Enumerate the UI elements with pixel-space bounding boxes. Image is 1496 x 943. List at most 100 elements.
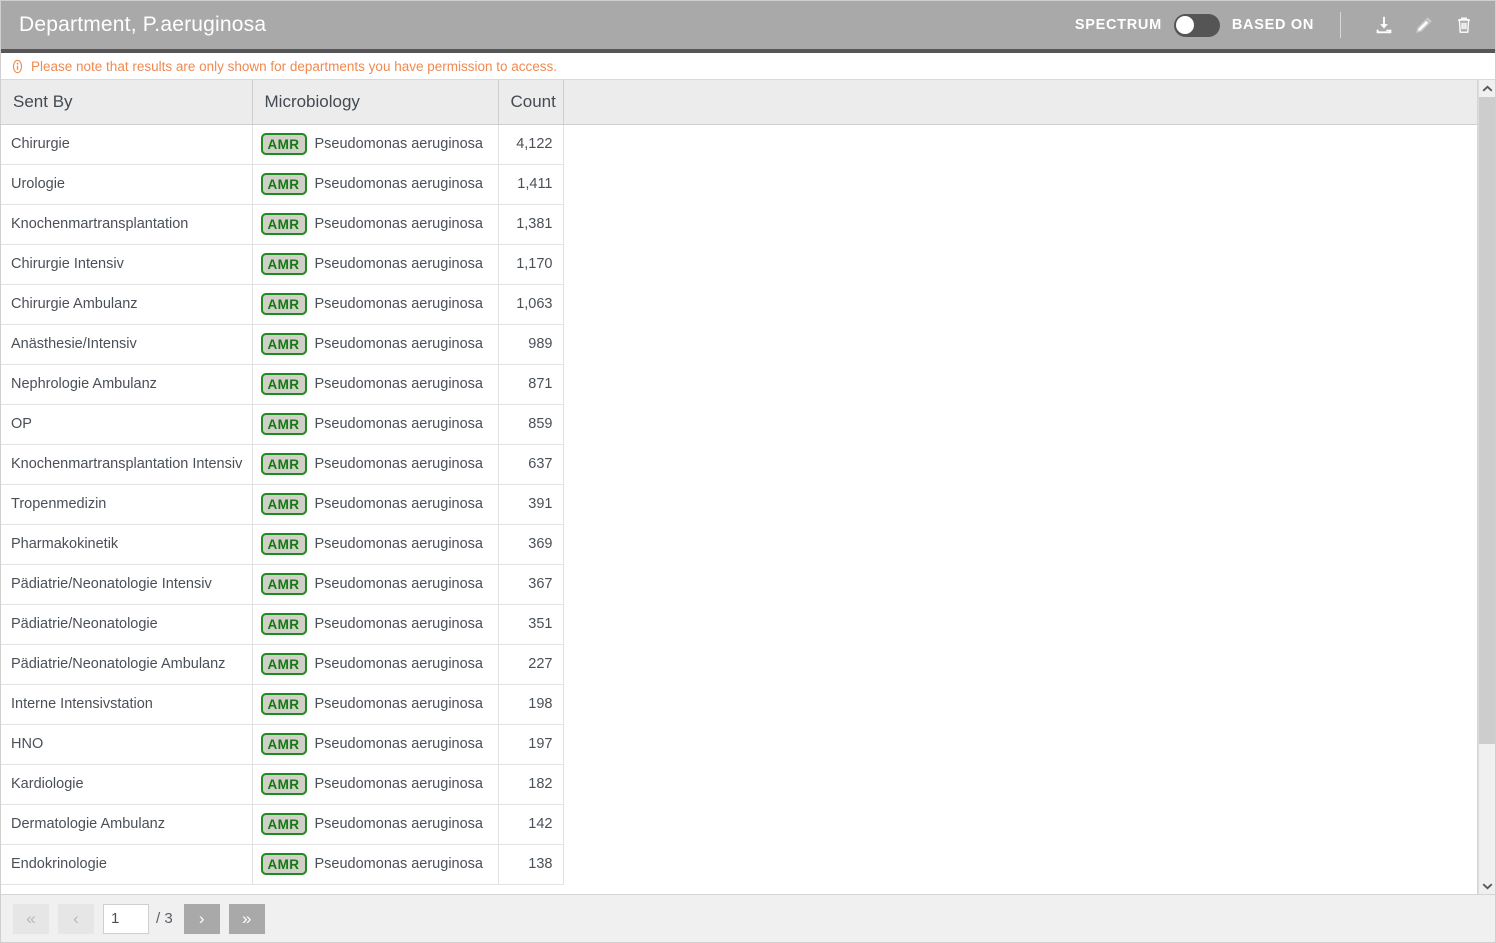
info-icon <box>10 59 25 74</box>
cell-sent-by: Urologie <box>1 164 253 205</box>
amr-badge: AMR <box>260 333 307 355</box>
table-row[interactable]: Dermatologie Ambulanz AMR Pseudomonas aeru… <box>1 804 1477 845</box>
cell-count: 367 <box>498 564 564 605</box>
table-header: Sent By Microbiology Count <box>1 80 1477 125</box>
page-number-input[interactable] <box>103 903 149 934</box>
cell-microbiology: AMR Pseudomonas aeruginosa <box>252 164 499 205</box>
table-row[interactable]: Urologie AMR Pseudomonas aeruginosa 1,411 <box>1 164 1477 205</box>
amr-badge: AMR <box>260 693 307 715</box>
chevron-up-icon <box>1482 85 1492 91</box>
cell-count: 637 <box>498 444 564 485</box>
table-row[interactable]: Pädiatrie/Neonatologie Ambulanz AMR Pseudo… <box>1 644 1477 685</box>
next-page-button[interactable]: › <box>183 903 220 934</box>
table-row[interactable]: Pharmakokinetik AMR Pseudomonas aeruginosa… <box>1 524 1477 565</box>
cell-spacer <box>563 484 1477 524</box>
table-row[interactable]: Chirurgie AMR Pseudomonas aeruginosa 4,122 <box>1 124 1477 165</box>
cell-count: 1,063 <box>498 284 564 325</box>
total-pages-label: / 3 <box>156 910 173 927</box>
cell-sent-by: Knochenmartransplantation <box>1 204 253 245</box>
cell-count: 391 <box>498 484 564 525</box>
organism-name: Pseudomonas aeruginosa <box>314 296 483 312</box>
cell-count: 871 <box>498 364 564 405</box>
table-row[interactable]: Anästhesie/Intensiv AMR Pseudomonas aerugi… <box>1 324 1477 365</box>
amr-badge: AMR <box>260 773 307 795</box>
cell-sent-by: Anästhesie/Intensiv <box>1 324 253 365</box>
results-table: Sent By Microbiology Count Chirurgie AMR P… <box>1 80 1477 885</box>
previous-page-button[interactable]: ‹ <box>58 903 94 934</box>
last-page-button[interactable]: » <box>228 903 265 934</box>
column-header-sent-by[interactable]: Sent By <box>1 80 253 125</box>
download-button[interactable] <box>1367 8 1401 42</box>
table-row[interactable]: Pädiatrie/Neonatologie Intensiv AMR Pseudo… <box>1 564 1477 605</box>
cell-sent-by: Pharmakokinetik <box>1 524 253 565</box>
cell-sent-by: Nephrologie Ambulanz <box>1 364 253 405</box>
organism-name: Pseudomonas aeruginosa <box>314 736 483 752</box>
table-row[interactable]: OP AMR Pseudomonas aeruginosa 859 <box>1 404 1477 445</box>
table-row[interactable]: HNO AMR Pseudomonas aeruginosa 197 <box>1 724 1477 765</box>
cell-count: 227 <box>498 644 564 685</box>
cell-sent-by: Interne Intensivstation <box>1 684 253 725</box>
permission-notice-text: Please note that results are only shown … <box>31 58 558 74</box>
table-row[interactable]: Knochenmartransplantation Intensiv AMR Pse… <box>1 444 1477 485</box>
organism-name: Pseudomonas aeruginosa <box>314 176 483 192</box>
organism-name: Pseudomonas aeruginosa <box>314 536 483 552</box>
scrollbar-track[interactable] <box>1479 97 1495 877</box>
organism-name: Pseudomonas aeruginosa <box>314 576 483 592</box>
cell-count: 1,381 <box>498 204 564 245</box>
cell-count: 138 <box>498 844 564 885</box>
table-row[interactable]: Endokrinologie AMR Pseudomonas aeruginosa 1… <box>1 844 1477 885</box>
cell-spacer <box>563 684 1477 724</box>
edit-button[interactable] <box>1407 8 1441 42</box>
cell-sent-by: Kardiologie <box>1 764 253 805</box>
cell-microbiology: AMR Pseudomonas aeruginosa <box>252 324 499 365</box>
vertical-scrollbar[interactable] <box>1478 80 1495 894</box>
cell-microbiology: AMR Pseudomonas aeruginosa <box>252 804 499 845</box>
cell-sent-by: OP <box>1 404 253 445</box>
cell-count: 351 <box>498 604 564 645</box>
cell-sent-by: Dermatologie Ambulanz <box>1 804 253 845</box>
column-header-microbiology[interactable]: Microbiology <box>252 80 499 125</box>
amr-badge: AMR <box>260 133 307 155</box>
scrollbar-thumb[interactable] <box>1479 97 1495 745</box>
table-row[interactable]: Chirurgie Intensiv AMR Pseudomonas aerugin… <box>1 244 1477 285</box>
table-row[interactable]: Interne Intensivstation AMR Pseudomonas ae… <box>1 684 1477 725</box>
cell-spacer <box>563 124 1477 164</box>
cell-spacer <box>563 804 1477 844</box>
cell-microbiology: AMR Pseudomonas aeruginosa <box>252 644 499 685</box>
table-row[interactable]: Kardiologie AMR Pseudomonas aeruginosa 182 <box>1 764 1477 805</box>
spectrum-based-on-toggle[interactable] <box>1173 13 1220 37</box>
table-row[interactable]: Knochenmartransplantation AMR Pseudomonas … <box>1 204 1477 245</box>
table-row[interactable]: Tropenmedizin AMR Pseudomonas aeruginosa 39… <box>1 484 1477 525</box>
cell-spacer <box>563 524 1477 564</box>
cell-microbiology: AMR Pseudomonas aeruginosa <box>252 404 499 445</box>
toolbar: SPECTRUM BASED ON <box>1075 1 1481 49</box>
table-row[interactable]: Nephrologie Ambulanz AMR Pseudomonas aerug… <box>1 364 1477 405</box>
cell-microbiology: AMR Pseudomonas aeruginosa <box>252 604 499 645</box>
delete-button[interactable] <box>1447 8 1481 42</box>
organism-name: Pseudomonas aeruginosa <box>314 616 483 632</box>
cell-sent-by: Pädiatrie/Neonatologie <box>1 604 253 645</box>
cell-microbiology: AMR Pseudomonas aeruginosa <box>252 444 499 485</box>
table-row[interactable]: Chirurgie Ambulanz AMR Pseudomonas aerugin… <box>1 284 1477 325</box>
table-row[interactable]: Pädiatrie/Neonatologie AMR Pseudomonas aer… <box>1 604 1477 645</box>
organism-name: Pseudomonas aeruginosa <box>314 496 483 512</box>
first-page-button[interactable]: « <box>13 903 49 934</box>
cell-microbiology: AMR Pseudomonas aeruginosa <box>252 764 499 805</box>
column-header-spacer <box>563 80 1477 125</box>
cell-sent-by: HNO <box>1 724 253 765</box>
permission-notice: Please note that results are only shown … <box>1 53 1495 80</box>
download-icon <box>1373 14 1395 36</box>
cell-microbiology: AMR Pseudomonas aeruginosa <box>252 524 499 565</box>
cell-count: 1,411 <box>498 164 564 205</box>
cell-spacer <box>563 164 1477 204</box>
cell-sent-by: Knochenmartransplantation Intensiv <box>1 444 253 485</box>
scroll-up-button[interactable] <box>1479 80 1495 97</box>
spectrum-label: SPECTRUM <box>1074 17 1162 33</box>
organism-name: Pseudomonas aeruginosa <box>314 256 483 272</box>
cell-microbiology: AMR Pseudomonas aeruginosa <box>252 844 499 885</box>
scroll-down-button[interactable] <box>1479 877 1495 894</box>
cell-microbiology: AMR Pseudomonas aeruginosa <box>252 204 499 245</box>
cell-sent-by: Chirurgie <box>1 124 253 165</box>
column-header-count[interactable]: Count <box>498 80 564 125</box>
organism-name: Pseudomonas aeruginosa <box>314 776 483 792</box>
